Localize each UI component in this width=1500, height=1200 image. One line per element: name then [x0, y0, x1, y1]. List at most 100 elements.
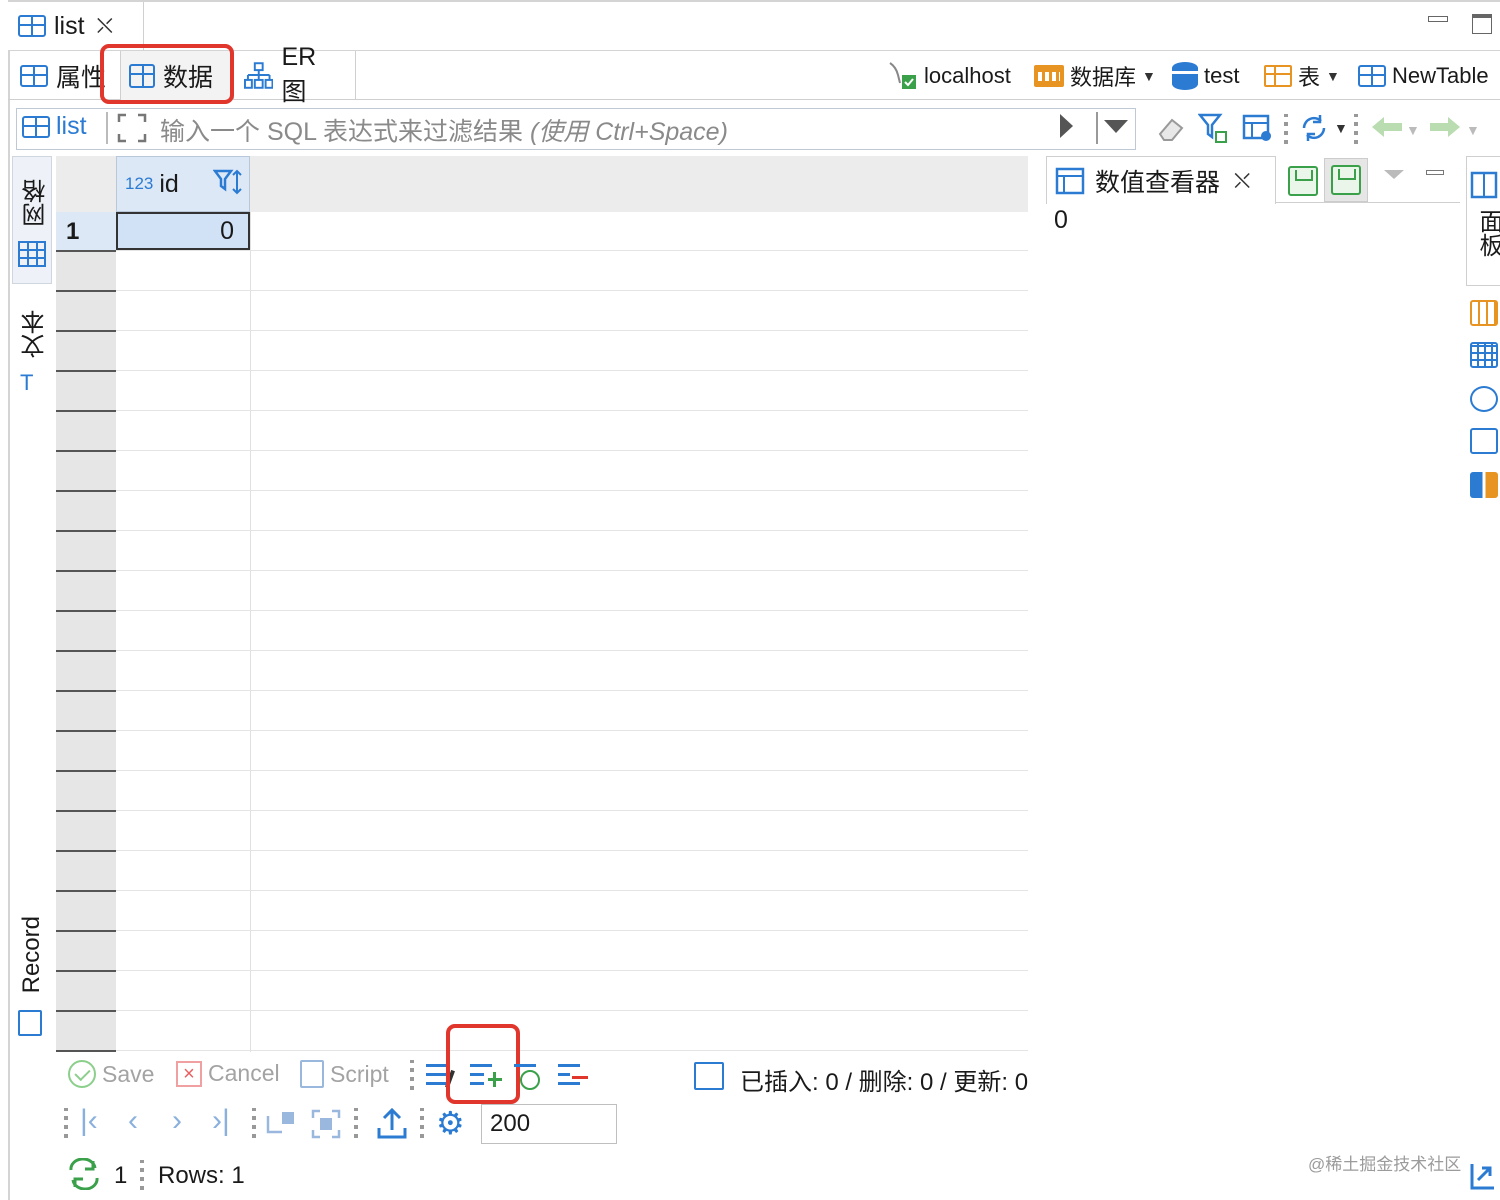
- row-header-selected: [56, 212, 116, 250]
- calculator-icon[interactable]: [1470, 300, 1498, 326]
- separator: [140, 1160, 144, 1190]
- chevron-down-icon[interactable]: ▼: [1142, 68, 1156, 84]
- row-header-divider: [56, 970, 116, 972]
- grouping-icon[interactable]: [1470, 342, 1498, 368]
- settings-gear-icon[interactable]: ⚙: [436, 1106, 468, 1140]
- chevron-down-icon[interactable]: ▼: [1326, 68, 1340, 84]
- separator: [1354, 114, 1358, 144]
- script-icon: [300, 1060, 324, 1088]
- grid-row-divider: [116, 250, 1028, 251]
- row-number[interactable]: 1: [66, 218, 79, 246]
- chevron-down-icon[interactable]: ▼: [1406, 122, 1420, 138]
- filter-history-icon[interactable]: [1104, 120, 1128, 133]
- column-name: id: [159, 169, 179, 198]
- grid-row-divider: [116, 930, 1028, 931]
- grid-row-divider: [116, 890, 1028, 891]
- delete-row-icon[interactable]: [558, 1060, 590, 1090]
- first-page-icon[interactable]: |‹: [80, 1106, 98, 1136]
- breadcrumb-connection-label: localhost: [924, 63, 1011, 88]
- panel-icon: [1055, 167, 1085, 194]
- minimize-icon[interactable]: [1428, 16, 1448, 22]
- breadcrumb-connection[interactable]: localhost: [886, 58, 1011, 94]
- script-button[interactable]: Script: [300, 1060, 389, 1088]
- cancel-icon: ×: [176, 1060, 202, 1087]
- metadata-icon[interactable]: [1470, 386, 1498, 412]
- tab-er-diagram[interactable]: ER 图: [236, 43, 356, 106]
- er-diagram-icon: [244, 61, 274, 89]
- row-header-divider: [56, 370, 116, 372]
- value-panel-icon[interactable]: [1470, 428, 1498, 454]
- breadcrumb-database[interactable]: 数据库 ▼: [1034, 58, 1156, 94]
- chevron-down-icon[interactable]: ▼: [1334, 120, 1348, 136]
- view-menu-icon[interactable]: [1384, 170, 1404, 179]
- row-header-divider: [56, 250, 116, 252]
- next-page-icon[interactable]: ›: [172, 1106, 182, 1136]
- properties-icon: [20, 64, 48, 87]
- separator: [64, 1108, 68, 1138]
- row-header-divider: [56, 1050, 116, 1052]
- close-icon[interactable]: ⛌: [97, 13, 113, 39]
- row-header-divider: [56, 730, 116, 732]
- save-to-file-button[interactable]: [1324, 158, 1368, 202]
- breadcrumb-entity-label: NewTable: [1392, 63, 1489, 88]
- divider: [1096, 112, 1098, 144]
- grid-row-divider: [116, 610, 1028, 611]
- row-header-divider: [56, 690, 116, 692]
- forward-arrow-icon[interactable]: [1428, 112, 1462, 147]
- chevron-down-icon[interactable]: ▼: [1466, 122, 1480, 138]
- duplicate-row-icon[interactable]: [514, 1060, 546, 1090]
- breadcrumb-table[interactable]: 表 ▼: [1264, 58, 1340, 94]
- schema-icon: [1172, 62, 1198, 90]
- fetch-all-icon[interactable]: [310, 1108, 342, 1140]
- panels-icon: [1470, 171, 1498, 199]
- editor-tab-list[interactable]: list ⛌: [8, 2, 144, 50]
- save-button[interactable]: Save: [68, 1060, 154, 1088]
- row-header-divider: [56, 810, 116, 812]
- minimize-icon[interactable]: [1426, 170, 1444, 175]
- maximize-icon[interactable]: [1472, 14, 1492, 34]
- fetch-size-input[interactable]: 200: [481, 1104, 617, 1144]
- layout-settings-icon[interactable]: [1242, 112, 1274, 149]
- breadcrumb-schema-label: test: [1204, 63, 1240, 88]
- vtab-text[interactable]: 文本 T: [12, 300, 52, 410]
- cancel-button[interactable]: × Cancel: [176, 1060, 280, 1087]
- breadcrumb-entity[interactable]: NewTable: [1358, 58, 1489, 94]
- row-header-divider: [56, 530, 116, 532]
- close-icon[interactable]: ⛌: [1234, 168, 1250, 194]
- separator: [420, 1108, 424, 1138]
- vtab-panels[interactable]: 面板: [1466, 156, 1500, 286]
- grid-row-divider: [116, 1050, 1028, 1051]
- filter-settings-icon[interactable]: [1197, 112, 1230, 149]
- vtab-grid[interactable]: 网格: [12, 156, 52, 284]
- breadcrumb-schema[interactable]: test: [1172, 58, 1239, 94]
- back-arrow-icon[interactable]: [1370, 112, 1404, 147]
- column-header-id[interactable]: 123 id: [116, 156, 250, 212]
- fetch-next-icon[interactable]: [264, 1108, 296, 1140]
- highlight-add-row: [446, 1024, 520, 1104]
- row-header-divider: [56, 930, 116, 932]
- grid-row-divider: [116, 490, 1028, 491]
- refresh-icon[interactable]: [66, 1157, 102, 1191]
- table-icon: [22, 115, 50, 138]
- refresh-mode-icon[interactable]: [1298, 112, 1330, 149]
- previous-page-icon[interactable]: ‹: [128, 1106, 138, 1136]
- restore-layout-icon[interactable]: [1468, 1160, 1498, 1192]
- last-page-icon[interactable]: ›|: [212, 1106, 230, 1136]
- save-icon[interactable]: [1288, 166, 1318, 196]
- column-filter-sort-icon[interactable]: [212, 167, 245, 206]
- value-viewer-tab[interactable]: 数值查看器 ⛌: [1046, 156, 1276, 204]
- eraser-icon[interactable]: [1156, 114, 1186, 149]
- grid-row-divider: [116, 450, 1028, 451]
- apply-filter-icon[interactable]: [1060, 114, 1073, 138]
- filter-input[interactable]: 输入一个 SQL 表达式来过滤结果 (使用 Ctrl+Space): [160, 112, 728, 148]
- vtab-record[interactable]: Record: [12, 910, 52, 1040]
- grid-cell[interactable]: 0: [116, 212, 250, 250]
- aggregate-icon[interactable]: [1470, 472, 1498, 498]
- expand-icon[interactable]: [116, 112, 148, 144]
- export-icon[interactable]: [376, 1106, 408, 1140]
- breadcrumb-table-label: 表: [1298, 65, 1321, 90]
- grid-row-divider: [116, 1010, 1028, 1011]
- table-icon: [18, 15, 46, 37]
- row-header-divider: [56, 330, 116, 332]
- value-viewer-content[interactable]: 0: [1054, 206, 1068, 235]
